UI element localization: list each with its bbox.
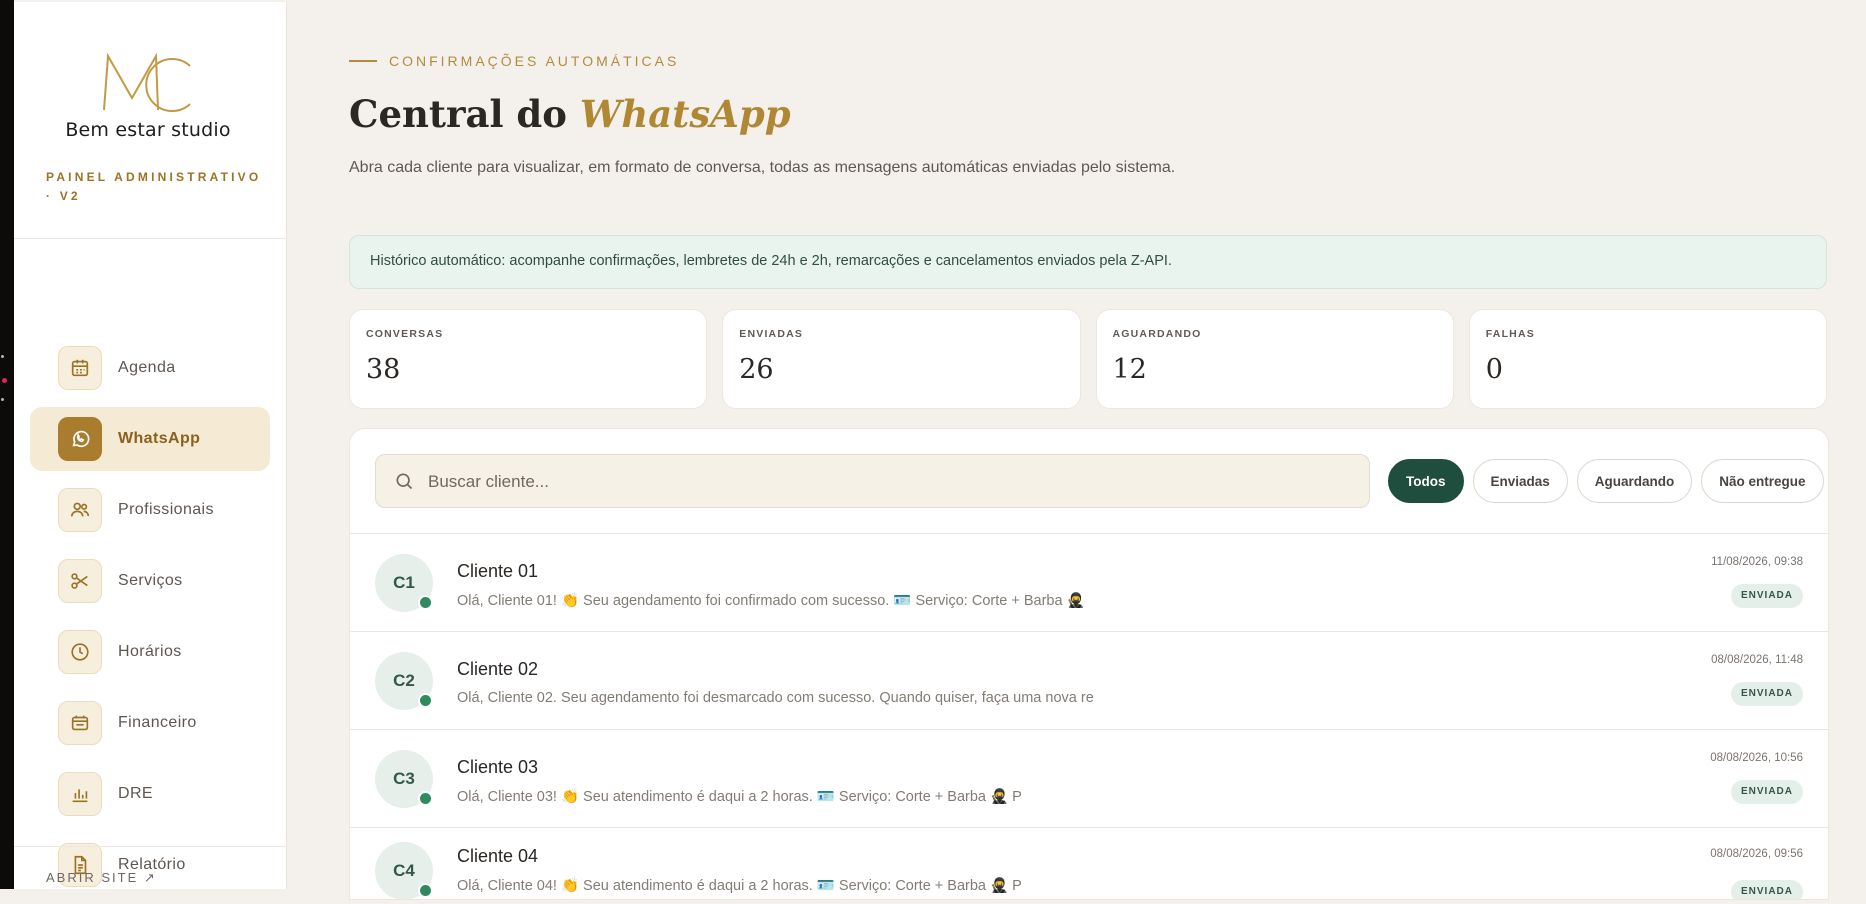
bar-chart-icon xyxy=(58,772,102,816)
page-title-plain: Central do xyxy=(349,92,567,136)
page-title-accent: WhatsApp xyxy=(579,92,791,136)
client-name: Cliente 01 xyxy=(457,561,539,581)
users-icon xyxy=(58,488,102,532)
eyebrow-line xyxy=(349,60,377,62)
scissors-icon xyxy=(58,559,102,603)
brand-logo[interactable]: Bem estar studio xyxy=(58,46,238,146)
avatar: C4 xyxy=(375,842,433,899)
sidebar-item-horarios[interactable]: Horários xyxy=(30,620,270,684)
stat-value: 38 xyxy=(366,354,401,385)
sidebar-item-label: Serviços xyxy=(118,572,183,589)
sidebar-item-label: Horários xyxy=(118,643,182,660)
sidebar-item-label: Financeiro xyxy=(118,714,197,731)
stat-card-conversas: CONVERSAS 38 xyxy=(349,309,708,409)
avatar: C1 xyxy=(375,554,433,612)
message-preview: Olá, Cliente 04! 👏 Seu atendimento é daq… xyxy=(457,878,1022,894)
stat-card-aguardando: AGUARDANDO 12 xyxy=(1095,309,1454,409)
search-icon xyxy=(396,473,413,490)
edge-marker xyxy=(2,378,7,383)
conversation-row[interactable]: C3 Cliente 03 Olá, Cliente 03! 👏 Seu ate… xyxy=(350,730,1828,828)
status-badge: ENVIADA xyxy=(1730,584,1803,608)
sidebar: Bem estar studio PAINEL ADMINISTRATIVO ·… xyxy=(14,2,287,889)
status-filters: Todos Enviadas Aguardando Não entregue xyxy=(1388,459,1824,503)
stat-label: ENVIADAS xyxy=(739,328,804,340)
avatar: C2 xyxy=(375,652,433,710)
stat-card-falhas: FALHAS 0 xyxy=(1468,309,1827,409)
eyebrow-text: CONFIRMAÇÕES AUTOMÁTICAS xyxy=(389,53,680,69)
monogram-logo-icon xyxy=(103,52,191,112)
sidebar-item-profissionais[interactable]: Profissionais xyxy=(30,478,270,542)
sidebar-nav: Agenda WhatsApp Profissionais Serviços H… xyxy=(30,336,270,904)
sidebar-item-label: WhatsApp xyxy=(118,430,201,447)
sidebar-item-dre[interactable]: DRE xyxy=(30,762,270,826)
stat-value: 12 xyxy=(1112,354,1147,385)
stat-card-enviadas: ENVIADAS 26 xyxy=(722,309,1081,409)
brand-name: Bem estar studio xyxy=(65,119,231,141)
message-timestamp: 08/08/2026, 11:48 xyxy=(1711,654,1803,666)
sidebar-item-financeiro[interactable]: Financeiro xyxy=(30,691,270,755)
avatar-initials: C3 xyxy=(393,769,415,788)
conversation-list-card: Todos Enviadas Aguardando Não entregue C… xyxy=(349,428,1829,900)
edge-marker xyxy=(1,398,4,401)
status-badge: ENVIADA xyxy=(1730,880,1803,899)
client-name: Cliente 02 xyxy=(457,659,539,679)
stat-label: FALHAS xyxy=(1485,328,1535,340)
stat-value: 26 xyxy=(739,354,774,385)
calendar-icon xyxy=(58,346,102,390)
status-badge: ENVIADA xyxy=(1730,780,1803,804)
filter-todos[interactable]: Todos xyxy=(1388,459,1464,503)
sidebar-item-label: DRE xyxy=(118,785,153,802)
avatar-initials: C2 xyxy=(393,671,415,690)
conversation-list: C1 Cliente 01 Olá, Cliente 01! 👏 Seu age… xyxy=(350,533,1828,899)
page-eyebrow: CONFIRMAÇÕES AUTOMÁTICAS xyxy=(349,53,679,69)
avatar-initials: C4 xyxy=(393,861,415,880)
conversation-row[interactable]: C4 Cliente 04 Olá, Cliente 04! 👏 Seu ate… xyxy=(350,828,1828,899)
main-content: CONFIRMAÇÕES AUTOMÁTICAS Central do What… xyxy=(288,0,1866,900)
search-input[interactable] xyxy=(426,455,1360,509)
message-timestamp: 08/08/2026, 10:56 xyxy=(1710,752,1803,764)
sidebar-divider xyxy=(14,238,286,239)
online-indicator xyxy=(418,791,433,806)
search-box xyxy=(375,454,1370,509)
edge-marker xyxy=(1,355,4,358)
window-edge xyxy=(0,0,14,889)
message-preview: Olá, Cliente 02. Seu agendamento foi des… xyxy=(457,690,1094,706)
client-name: Cliente 04 xyxy=(457,846,539,866)
sidebar-item-servicos[interactable]: Serviços xyxy=(30,549,270,613)
stat-label: AGUARDANDO xyxy=(1112,328,1202,340)
online-indicator xyxy=(418,883,433,898)
conversation-row[interactable]: C2 Cliente 02 Olá, Cliente 02. Seu agend… xyxy=(350,632,1828,730)
status-badge: ENVIADA xyxy=(1730,682,1803,706)
page-subtitle: Abra cada cliente para visualizar, em fo… xyxy=(349,159,1176,176)
message-preview: Olá, Cliente 01! 👏 Seu agendamento foi c… xyxy=(457,593,1085,609)
info-banner: Histórico automático: acompanhe confirma… xyxy=(349,235,1827,289)
client-name: Cliente 03 xyxy=(457,757,539,777)
sidebar-item-agenda[interactable]: Agenda xyxy=(30,336,270,400)
online-indicator xyxy=(418,595,433,610)
stat-value: 0 xyxy=(1485,354,1503,385)
avatar: C3 xyxy=(375,750,433,808)
wallet-icon xyxy=(58,701,102,745)
stats-row: CONVERSAS 38 ENVIADAS 26 AGUARDANDO 12 F… xyxy=(349,309,1827,409)
filter-nao-entregue[interactable]: Não entregue xyxy=(1701,459,1824,503)
open-site-link[interactable]: ABRIR SITE ↗ xyxy=(46,870,157,886)
sidebar-divider xyxy=(14,846,286,847)
message-preview: Olá, Cliente 03! 👏 Seu atendimento é daq… xyxy=(457,789,1022,805)
filter-aguardando[interactable]: Aguardando xyxy=(1576,459,1693,503)
sidebar-item-label: Profissionais xyxy=(118,501,214,518)
sidebar-item-relatorio[interactable]: Relatório xyxy=(30,833,270,897)
whatsapp-icon xyxy=(58,417,102,461)
sidebar-item-label: Agenda xyxy=(118,359,176,376)
avatar-initials: C1 xyxy=(393,573,415,592)
panel-label: PAINEL ADMINISTRATIVO · V2 xyxy=(46,170,262,203)
stat-label: CONVERSAS xyxy=(366,328,444,340)
message-timestamp: 08/08/2026, 09:56 xyxy=(1710,848,1803,860)
sidebar-item-whatsapp[interactable]: WhatsApp xyxy=(30,407,270,471)
conversation-row[interactable]: C1 Cliente 01 Olá, Cliente 01! 👏 Seu age… xyxy=(350,534,1828,632)
clock-icon xyxy=(58,630,102,674)
page-title: Central do WhatsApp xyxy=(349,92,791,136)
filter-enviadas[interactable]: Enviadas xyxy=(1472,459,1568,503)
message-timestamp: 11/08/2026, 09:38 xyxy=(1711,556,1803,568)
online-indicator xyxy=(418,693,433,708)
